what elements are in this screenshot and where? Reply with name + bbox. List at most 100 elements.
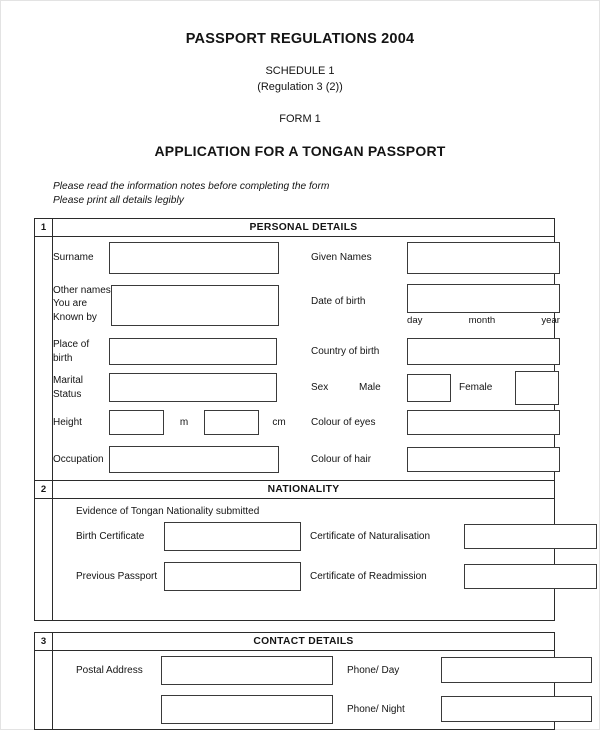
section-contact-title: CONTACT DETAILS — [253, 635, 354, 647]
phone-day-label: Phone/ Day — [347, 664, 400, 676]
section-nationality-gutter — [35, 498, 53, 620]
sex-female-label: Female — [459, 382, 493, 394]
sex-female-checkbox[interactable] — [515, 370, 559, 405]
marital-status-label-line-1: Marital — [53, 375, 84, 387]
row-marital-status: Marital Status Sex Male Female — [53, 370, 560, 406]
other-names-input[interactable] — [111, 284, 279, 326]
country-of-birth-input[interactable] — [407, 338, 560, 366]
colour-of-eyes-label: Colour of eyes — [311, 417, 376, 429]
section-contact-body: Postal Address Phone/ Day Phone/ Night — [35, 650, 592, 729]
row-previous-passport: Previous Passport Certificate of Readmis… — [76, 557, 597, 597]
sex-male-label: Male — [359, 382, 381, 394]
section-contact-gutter — [35, 650, 53, 729]
occupation-input[interactable] — [109, 446, 279, 474]
date-of-birth-label: Date of birth — [311, 295, 366, 307]
month-label: month — [468, 314, 496, 326]
other-names-label-line-2: You are — [53, 298, 88, 310]
section-nationality: 2 NATIONALITY Evidence of Tongan Nationa… — [34, 479, 597, 621]
row-birth-certificate: Birth Certificate Certificate of Natural… — [76, 517, 597, 557]
schedule-label: SCHEDULE 1 — [265, 65, 335, 77]
previous-passport-input[interactable] — [164, 562, 301, 592]
section-nationality-title: NATIONALITY — [267, 483, 340, 495]
nationality-evidence-note: Evidence of Tongan Nationality submitted — [76, 505, 260, 517]
row-surname: Surname Given Names — [53, 237, 560, 279]
section-personal-body: Surname Given Names Other names You are — [35, 236, 560, 480]
certificate-of-naturalisation-label: Certificate of Naturalisation — [310, 531, 431, 543]
surname-label: Surname — [53, 252, 94, 264]
certificate-of-naturalisation-input[interactable] — [464, 524, 597, 550]
country-of-birth-label: Country of birth — [311, 346, 380, 358]
section-nationality-header: 2 NATIONALITY — [35, 480, 554, 499]
place-of-birth-label: Place of birth — [53, 338, 109, 365]
date-of-birth-input[interactable] — [407, 283, 560, 313]
row-occupation: Occupation Colour of hair — [53, 440, 560, 480]
year-label: year — [541, 314, 560, 326]
marital-status-label: Marital Status — [53, 374, 109, 401]
section-nationality-content: Evidence of Tongan Nationality submitted… — [53, 499, 597, 620]
marital-status-input[interactable] — [109, 373, 277, 403]
place-of-birth-input[interactable] — [109, 338, 277, 366]
application-title: APPLICATION FOR A TONGAN PASSPORT — [154, 142, 446, 159]
height-cm-unit: cm — [272, 417, 286, 429]
section-contact-header: 3 CONTACT DETAILS — [35, 632, 554, 651]
schedule-block: SCHEDULE 1 (Regulation 3 (2)) — [1, 64, 599, 96]
phone-day-input[interactable] — [441, 657, 592, 684]
day-label: day — [407, 314, 423, 326]
previous-passport-label: Previous Passport — [76, 571, 158, 583]
birth-certificate-input[interactable] — [164, 522, 301, 552]
nationality-spacer — [53, 597, 597, 620]
surname-input[interactable] — [109, 241, 279, 274]
place-of-birth-label-line-2: birth — [53, 352, 73, 364]
colour-of-hair-input[interactable] — [407, 447, 560, 473]
section-nationality-number: 2 — [35, 480, 53, 498]
sex-male-checkbox[interactable] — [407, 373, 451, 402]
sex-label: Sex — [311, 382, 329, 394]
form-number: FORM 1 — [279, 112, 321, 125]
section-contact-content: Postal Address Phone/ Day Phone/ Night — [53, 651, 592, 729]
postal-address-line-2-input[interactable] — [161, 694, 333, 724]
section-nationality-body: Evidence of Tongan Nationality submitted… — [35, 498, 597, 620]
row-other-names: Other names You are Known by Date of bir… — [53, 279, 560, 334]
marital-status-label-line-2: Status — [53, 388, 82, 400]
instructions: Please read the information notes before… — [53, 180, 599, 209]
section-personal-details: 1 PERSONAL DETAILS Surname Given Names O… — [34, 217, 560, 481]
given-names-label: Given Names — [311, 252, 372, 264]
other-names-label: Other names You are Known by — [53, 284, 111, 325]
row-postal-address-line-2: Phone/ Night — [76, 690, 592, 729]
colour-of-eyes-input[interactable] — [407, 410, 560, 436]
height-label: Height — [53, 417, 82, 429]
occupation-label: Occupation — [53, 454, 104, 466]
section-contact-details: 3 CONTACT DETAILS Postal Address Phone/ … — [34, 631, 592, 730]
section-personal-content: Surname Given Names Other names You are — [53, 237, 560, 480]
section-contact-number: 3 — [35, 632, 53, 650]
given-names-input[interactable] — [407, 241, 560, 274]
phone-night-input[interactable] — [441, 696, 592, 723]
postal-address-line-1-input[interactable] — [161, 655, 333, 685]
place-of-birth-label-line-1: Place of — [53, 339, 90, 351]
certificate-of-readmission-label: Certificate of Readmission — [310, 571, 427, 583]
height-metres-unit: m — [179, 417, 189, 429]
form-page: PASSPORT REGULATIONS 2004 SCHEDULE 1 (Re… — [0, 0, 600, 730]
instruction-line-2: Please print all details legibly — [53, 195, 184, 207]
section-personal-title: PERSONAL DETAILS — [249, 221, 358, 233]
section-personal-gutter — [35, 236, 53, 480]
height-cm-input[interactable] — [204, 410, 259, 436]
section-personal-header: 1 PERSONAL DETAILS — [35, 218, 554, 237]
date-of-birth-unit-labels: day month year — [407, 315, 560, 326]
row-place-of-birth: Place of birth Country of birth — [53, 334, 560, 370]
regulation-reference: (Regulation 3 (2)) — [257, 80, 343, 93]
colour-of-hair-label: Colour of hair — [311, 454, 372, 466]
document-title: PASSPORT REGULATIONS 2004 — [185, 31, 415, 47]
row-postal-address-line-1: Postal Address Phone/ Day — [76, 651, 592, 690]
other-names-label-line-3: Known by — [53, 311, 97, 323]
postal-address-label: Postal Address — [76, 664, 143, 676]
document-header: PASSPORT REGULATIONS 2004 SCHEDULE 1 (Re… — [1, 1, 599, 159]
birth-certificate-label: Birth Certificate — [76, 531, 145, 543]
instruction-line-1: Please read the information notes before… — [53, 180, 330, 192]
row-height: Height m cm Colour of eyes — [53, 406, 560, 440]
section-personal-number: 1 — [35, 218, 53, 236]
phone-night-label: Phone/ Night — [347, 703, 405, 715]
certificate-of-readmission-input[interactable] — [464, 564, 597, 590]
height-metres-input[interactable] — [109, 410, 164, 436]
other-names-label-line-1: Other names — [53, 284, 111, 296]
